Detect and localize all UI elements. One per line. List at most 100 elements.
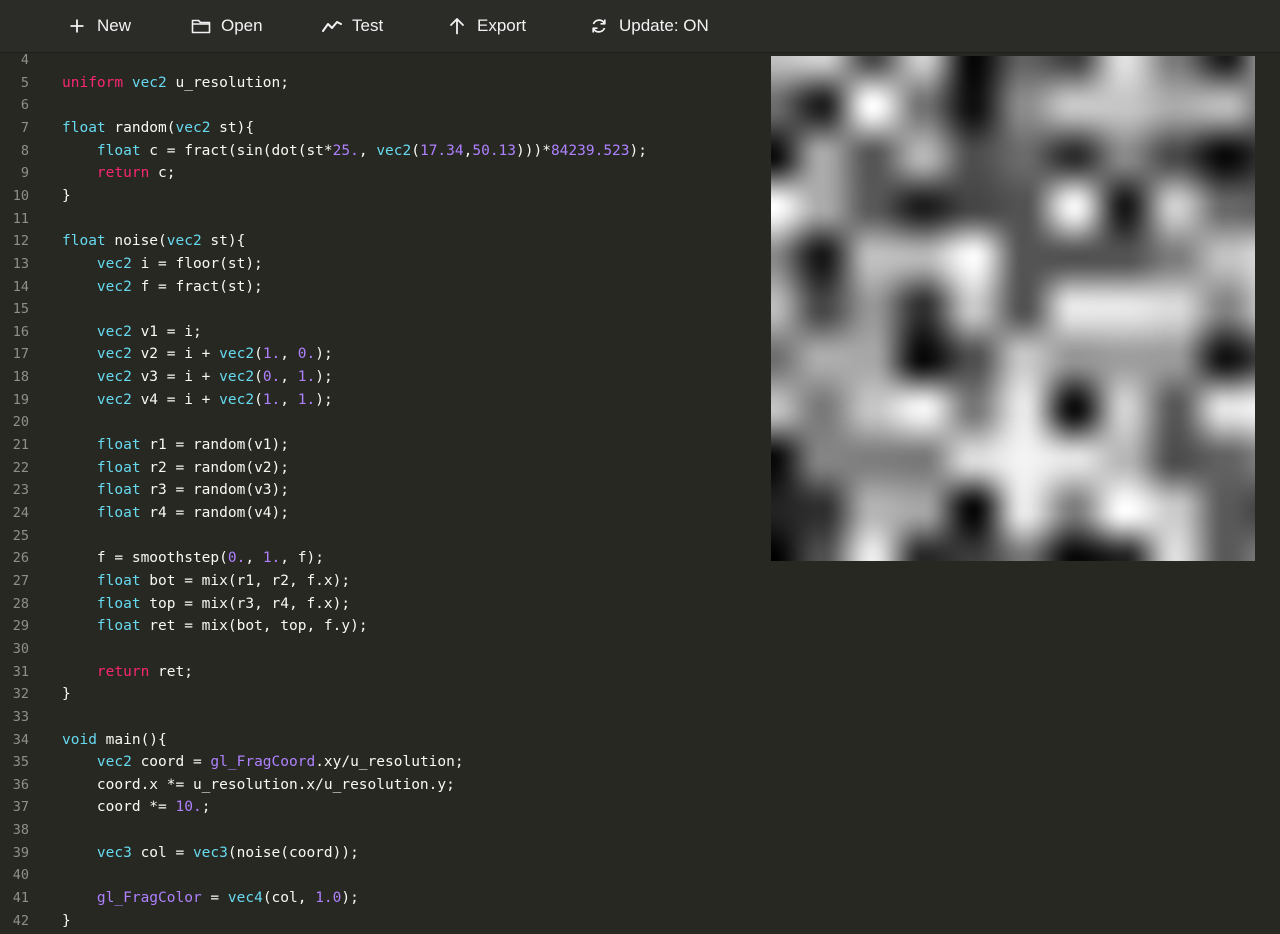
code-text: vec2 v1 = i; (29, 324, 202, 340)
code-line[interactable]: 8 float c = fract(sin(dot(st*25., vec2(1… (0, 140, 765, 162)
line-number: 42 (12, 912, 29, 929)
test-button[interactable]: Test (322, 0, 383, 52)
code-line[interactable]: 38 (0, 819, 765, 841)
code-token: vec2 (96, 391, 132, 408)
code-line[interactable]: 24 float r4 = random(v4); (0, 502, 765, 524)
code-token: return (96, 663, 150, 680)
line-number: 17 (12, 346, 29, 363)
line-number: 11 (12, 210, 29, 227)
code-line[interactable]: 15 (0, 298, 765, 320)
code-token: r1 = random(v1); (140, 437, 289, 454)
code-token: void (62, 731, 97, 748)
code-line[interactable]: 21 float r1 = random(v1); (0, 434, 765, 456)
code-line[interactable]: 27 float bot = mix(r1, r2, f.x); (0, 570, 765, 592)
code-token: ); (341, 890, 359, 907)
code-line[interactable]: 34 void main(){ (0, 729, 765, 751)
code-text: float r2 = random(v2); (29, 460, 289, 476)
code-line[interactable]: 12 float noise(vec2 st){ (0, 230, 765, 252)
code-line[interactable]: 37 coord *= 10.; (0, 796, 765, 818)
code-line[interactable]: 13 vec2 i = floor(st); (0, 253, 765, 275)
code-line[interactable]: 22 float r2 = random(v2); (0, 457, 765, 479)
code-line[interactable]: 42} (0, 910, 765, 932)
shader-preview-canvas (771, 56, 1255, 561)
code-token: float (96, 505, 141, 521)
code-token: , (280, 346, 298, 363)
code-token: ( (254, 391, 263, 408)
line-number: 20 (12, 414, 29, 431)
code-line[interactable]: 33 (0, 706, 765, 728)
code-line[interactable]: 4 (0, 53, 765, 71)
new-button[interactable]: New (67, 0, 131, 52)
code-text: float c = fract(sin(dot(st*25., vec2(17.… (29, 143, 647, 159)
code-editor[interactable]: 4 5 uniform vec2 u_resolution; 6 7 float rand… (0, 53, 765, 934)
line-number: 31 (12, 663, 29, 680)
line-number: 41 (12, 890, 29, 907)
code-token: 50.13 (472, 142, 517, 159)
line-number: 16 (12, 323, 29, 340)
export-button[interactable]: Export (447, 0, 526, 52)
code-line[interactable]: 28 float top = mix(r3, r4, f.x); (0, 593, 765, 615)
code-line[interactable]: 29 float ret = mix(bot, top, f.y); (0, 615, 765, 637)
code-line[interactable]: 18 vec2 v3 = i + vec2(0., 1.); (0, 366, 765, 388)
code-token: top = mix(r3, r4, f.x); (140, 595, 351, 612)
code-line[interactable]: 5 uniform vec2 u_resolution; (0, 72, 765, 94)
code-line[interactable]: 32} (0, 683, 765, 705)
code-line[interactable]: 39 vec3 col = vec3(noise(coord)); (0, 842, 765, 864)
code-token: vec2 (96, 346, 132, 363)
code-line[interactable]: 31 return ret; (0, 661, 765, 683)
code-token: float (62, 119, 106, 136)
code-token: col = (131, 844, 193, 861)
code-text: f = smoothstep(0., 1., f); (29, 550, 324, 566)
code-token: } (62, 187, 71, 204)
code-text: vec2 i = floor(st); (29, 256, 263, 272)
code-line[interactable]: 20 (0, 411, 765, 433)
code-line[interactable]: 25 (0, 525, 765, 547)
line-number: 18 (12, 369, 29, 386)
code-text: } (29, 188, 71, 204)
code-line[interactable]: 36 coord.x *= u_resolution.x/u_resolutio… (0, 774, 765, 796)
code-line[interactable]: 19 vec2 v4 = i + vec2(1., 1.); (0, 389, 765, 411)
update-toggle-button[interactable]: Update: ON (589, 0, 709, 52)
line-number: 30 (12, 640, 29, 657)
code-token: 1. (297, 391, 316, 408)
code-token: (noise(coord)); (227, 844, 359, 861)
code-token: c; (149, 165, 176, 182)
line-number: 8 (20, 142, 29, 159)
code-text: gl_FragColor = vec4(col, 1.0); (29, 890, 359, 906)
code-token: ); (315, 391, 333, 408)
code-line[interactable]: 6 (0, 94, 765, 116)
code-line[interactable]: 40 (0, 864, 765, 886)
code-text: } (29, 686, 71, 702)
chart-line-icon (322, 16, 342, 36)
code-token: = (201, 890, 228, 907)
code-token: bot = mix(r1, r2, f.x); (140, 572, 351, 589)
code-line[interactable]: 26 f = smoothstep(0., 1., f); (0, 547, 765, 569)
code-line[interactable]: 11 (0, 208, 765, 230)
code-token: random( (105, 119, 176, 136)
export-button-label: Export (477, 16, 527, 35)
code-line[interactable]: 9 return c; (0, 162, 765, 184)
code-line[interactable]: 14 vec2 f = fract(st); (0, 276, 765, 298)
line-number: 33 (12, 708, 29, 725)
line-number: 15 (12, 301, 29, 318)
code-token: 10. (175, 799, 202, 816)
code-line[interactable]: 30 (0, 638, 765, 660)
code-line[interactable]: 10} (0, 185, 765, 207)
code-token: vec2 (96, 369, 132, 386)
open-button[interactable]: Open (191, 0, 263, 52)
code-line[interactable]: 23 float r3 = random(v3); (0, 479, 765, 501)
code-line[interactable]: 17 vec2 v2 = i + vec2(1., 0.); (0, 343, 765, 365)
code-token: } (62, 686, 71, 703)
code-text: coord.x *= u_resolution.x/u_resolution.y… (29, 777, 455, 793)
code-line[interactable]: 41 gl_FragColor = vec4(col, 1.0); (0, 887, 765, 909)
code-line[interactable]: 35 vec2 coord = gl_FragCoord.xy/u_resolu… (0, 751, 765, 773)
code-text: coord *= 10.; (29, 799, 211, 816)
code-line[interactable]: 7 float random(vec2 st){ (0, 117, 765, 139)
code-line[interactable]: 16 vec2 v1 = i; (0, 321, 765, 343)
code-token: gl_FragColor (96, 890, 202, 907)
code-token: r2 = random(v2); (140, 459, 289, 476)
